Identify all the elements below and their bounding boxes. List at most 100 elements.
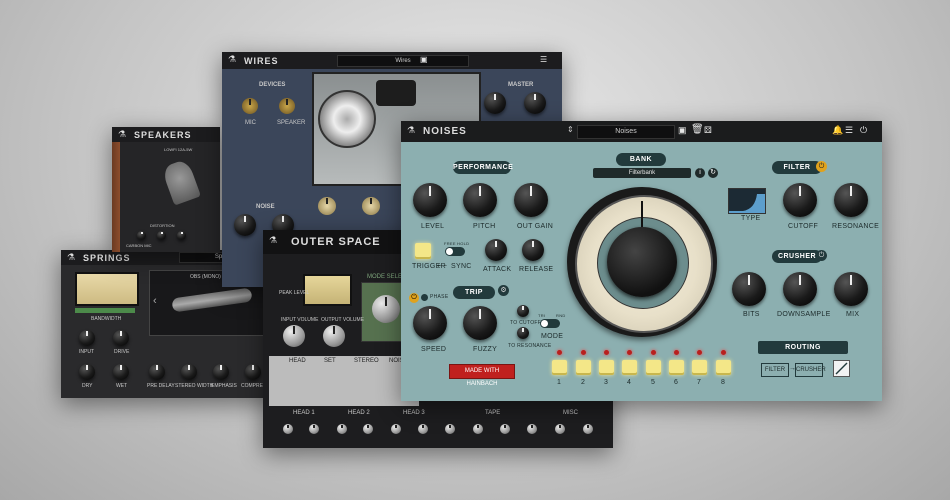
wires-save-icon[interactable]: ▣	[420, 55, 428, 64]
outer-space-meter	[303, 274, 352, 306]
noises-logo-icon: ⚗	[407, 125, 416, 135]
noises-power-icon[interactable]: ⏻	[860, 125, 867, 136]
attack-knob[interactable]	[485, 239, 507, 261]
wires-master-label: MASTER	[508, 82, 534, 88]
noises-notification-icon[interactable]: 🔔	[832, 125, 843, 136]
bank-dropdown[interactable]: Filterbank	[593, 168, 691, 178]
outer-space-bottom-knob-10[interactable]	[527, 424, 537, 434]
outer-space-bottom-knob-11[interactable]	[555, 424, 565, 434]
wires-wow-knob[interactable]	[318, 197, 336, 215]
speakers-titlebar: ⚗ SPEAKERS	[112, 127, 220, 142]
route-crusher-box[interactable]: CRUSHER	[795, 363, 826, 377]
springs-drive-label: DRIVE	[114, 349, 130, 355]
springs-prev-arrow-icon[interactable]: ‹	[153, 295, 157, 307]
springs-dry-knob[interactable]	[79, 364, 95, 380]
step-button-7[interactable]	[692, 360, 707, 375]
wires-noise-knob[interactable]	[234, 214, 256, 236]
to-resonance-knob[interactable]	[517, 327, 529, 339]
sync-arrow-icon: ⟵	[437, 263, 448, 270]
speakers-knob-1[interactable]	[137, 231, 146, 240]
springs-input-knob[interactable]	[79, 330, 95, 346]
step-button-4[interactable]	[622, 360, 637, 375]
made-with-hainbach-badge[interactable]: MADE WITH HAINBACH	[449, 364, 515, 387]
out-gain-knob[interactable]	[514, 183, 548, 217]
pitch-knob[interactable]	[463, 183, 497, 217]
bits-knob[interactable]	[732, 272, 766, 306]
outer-space-mode-knob[interactable]	[372, 295, 400, 323]
outer-space-bottom-knob-1[interactable]	[283, 424, 293, 434]
release-knob[interactable]	[522, 239, 544, 261]
outer-space-bottom-knob-7[interactable]	[445, 424, 455, 434]
to-cutoff-knob[interactable]	[517, 305, 529, 317]
step-button-6[interactable]	[669, 360, 684, 375]
route-swap-button[interactable]	[833, 360, 850, 377]
springs-width-knob[interactable]	[181, 364, 197, 380]
step-button-1[interactable]	[552, 360, 567, 375]
outer-space-output-knob[interactable]	[323, 325, 345, 347]
step-button-2[interactable]	[576, 360, 591, 375]
trip-power-icon[interactable]: ⏻	[409, 293, 419, 303]
noises-menu-icon[interactable]: ☰	[845, 125, 853, 136]
springs-drive-knob[interactable]	[113, 330, 129, 346]
wires-master-knob-2[interactable]	[524, 92, 546, 114]
speakers-knob-3[interactable]	[177, 231, 186, 240]
speakers-knob-2[interactable]	[157, 231, 166, 240]
noises-preset-arrows-icon[interactable]: ⇕	[567, 125, 574, 134]
springs-wet-knob[interactable]	[113, 364, 129, 380]
wires-preset-selector[interactable]: Wires	[337, 55, 469, 67]
outer-space-bottom-knob-6[interactable]	[418, 424, 428, 434]
crusher-mix-knob[interactable]	[834, 272, 868, 306]
tape-head-block	[376, 80, 416, 106]
downsample-knob[interactable]	[783, 272, 817, 306]
noises-save-icon[interactable]: ▣	[678, 125, 687, 136]
crusher-mix-label: MIX	[846, 311, 860, 318]
cutoff-knob[interactable]	[783, 183, 817, 217]
trip-mode-toggle[interactable]	[540, 319, 560, 328]
noises-preset-selector[interactable]: Noises	[577, 125, 675, 139]
fuzzy-knob[interactable]	[463, 306, 497, 340]
wires-drops-knob[interactable]	[362, 197, 380, 215]
crusher-power-icon[interactable]: ⏻	[816, 250, 827, 261]
springs-emphasis-knob[interactable]	[213, 364, 229, 380]
outer-space-bottom-knob-9[interactable]	[500, 424, 510, 434]
springs-logo-icon: ⚗	[67, 252, 76, 262]
wires-mic-knob[interactable]	[242, 98, 258, 114]
trigger-mode-toggle[interactable]	[445, 247, 465, 256]
outer-space-bottom-knob-2[interactable]	[309, 424, 319, 434]
bank-info-icon[interactable]: i	[695, 168, 705, 178]
step-number-6: 6	[674, 379, 678, 386]
step-button-5[interactable]	[646, 360, 661, 375]
bank-refresh-icon[interactable]: ↻	[708, 168, 718, 178]
outer-space-input-knob[interactable]	[283, 325, 305, 347]
noises-random-icon[interactable]: ⚄	[704, 125, 712, 136]
wires-speaker-knob[interactable]	[279, 98, 295, 114]
route-filter-box[interactable]: FILTER	[761, 363, 789, 377]
bank-big-dial[interactable]	[567, 187, 717, 337]
trigger-button[interactable]	[415, 243, 431, 259]
outer-space-bottom-knob-4[interactable]	[363, 424, 373, 434]
outer-space-bottom-knob-8[interactable]	[473, 424, 483, 434]
filter-power-icon[interactable]: ⏻	[816, 161, 827, 172]
springs-compression-knob[interactable]	[245, 364, 261, 380]
wires-title: WIRES	[244, 56, 279, 66]
level-knob[interactable]	[413, 183, 447, 217]
step-button-8[interactable]	[716, 360, 731, 375]
trip-settings-icon[interactable]: ⚙	[498, 285, 509, 296]
outer-space-bottom-knob-3[interactable]	[337, 424, 347, 434]
bank-section-header: BANK	[616, 153, 666, 166]
wires-devices-label: DEVICES	[259, 82, 286, 88]
springs-bandwidth-bar[interactable]	[75, 308, 135, 313]
wires-menu-icon[interactable]: ☰	[540, 55, 547, 64]
resonance-knob[interactable]	[834, 183, 868, 217]
filter-type-display[interactable]	[728, 188, 766, 214]
outer-space-bottom-knob-12[interactable]	[583, 424, 593, 434]
phase-toggle[interactable]	[421, 294, 428, 301]
outer-space-bottom-knob-5[interactable]	[391, 424, 401, 434]
wires-master-knob-1[interactable]	[484, 92, 506, 114]
speed-knob[interactable]	[413, 306, 447, 340]
bank-dial-knob[interactable]	[607, 227, 677, 297]
outer-space-peak-label: PEAK LEVEL	[279, 290, 310, 296]
noises-delete-icon[interactable]: 🗑	[691, 124, 704, 135]
springs-predelay-knob[interactable]	[149, 364, 165, 380]
step-button-3[interactable]	[599, 360, 614, 375]
